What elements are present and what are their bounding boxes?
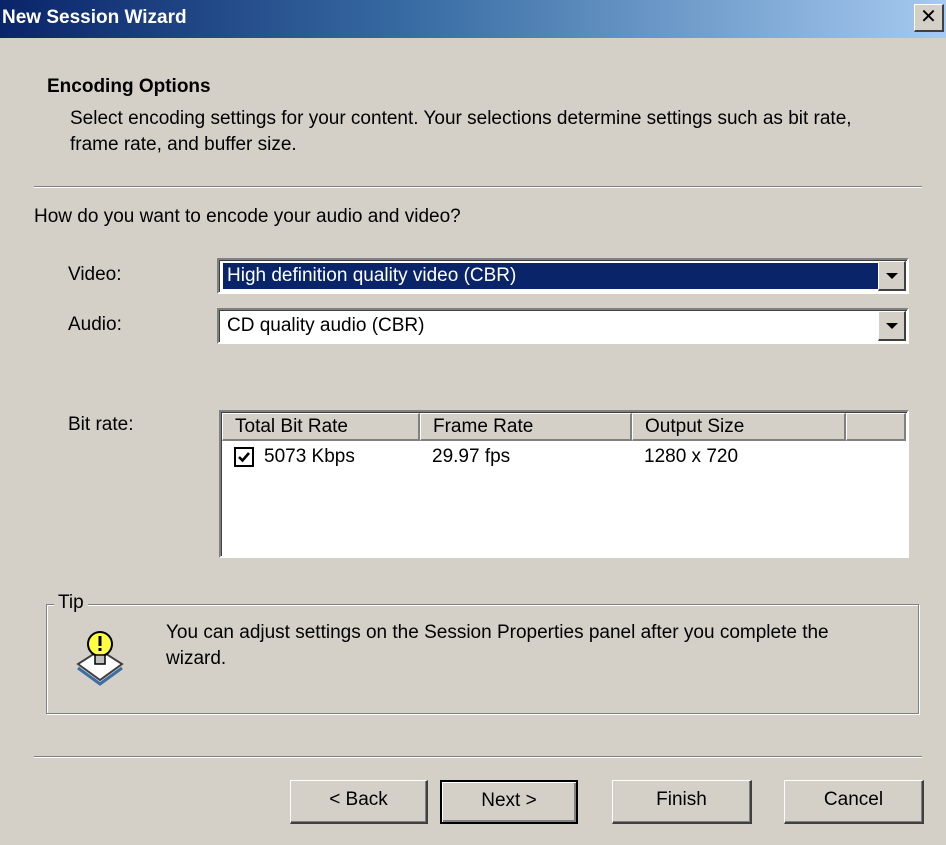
table-row[interactable]: 5073 Kbps 29.97 fps 1280 x 720	[222, 442, 906, 472]
next-button[interactable]: Next >	[440, 780, 578, 824]
checkmark-icon	[238, 452, 250, 463]
cell-total-bit-rate: 5073 Kbps	[264, 446, 355, 467]
column-empty	[846, 413, 906, 441]
window-title: New Session Wizard	[2, 7, 187, 28]
lightbulb-icon	[76, 631, 124, 686]
video-select-value: High definition quality video (CBR)	[223, 263, 879, 289]
row-checkbox[interactable]	[234, 447, 254, 467]
column-total-bit-rate[interactable]: Total Bit Rate	[222, 413, 420, 441]
bitrate-list-header: Total Bit Rate Frame Rate Output Size	[222, 413, 906, 441]
page-description: Select encoding settings for your conten…	[70, 108, 852, 155]
bitrate-list[interactable]: Total Bit Rate Frame Rate Output Size 50…	[219, 410, 909, 558]
video-dropdown-button[interactable]	[878, 261, 906, 291]
back-button[interactable]: < Back	[290, 780, 428, 824]
finish-button[interactable]: Finish	[612, 780, 752, 824]
video-select[interactable]: High definition quality video (CBR)	[217, 258, 909, 294]
tip-text: You can adjust settings on the Session P…	[166, 622, 829, 669]
cell-frame-rate: 29.97 fps	[432, 446, 511, 467]
tip-title: Tip	[54, 592, 88, 614]
audio-label: Audio:	[68, 314, 122, 335]
audio-select-value: CD quality audio (CBR)	[227, 315, 425, 336]
page-title: Encoding Options	[47, 76, 211, 97]
header-divider	[34, 186, 922, 188]
close-button[interactable]: ✕	[914, 4, 944, 32]
bitrate-label: Bit rate:	[68, 414, 134, 435]
cancel-button[interactable]: Cancel	[784, 780, 924, 824]
close-icon: ✕	[920, 6, 937, 28]
audio-select[interactable]: CD quality audio (CBR)	[217, 308, 909, 344]
title-bar: New Session Wizard ✕	[0, 0, 946, 38]
column-frame-rate[interactable]: Frame Rate	[420, 413, 632, 441]
encode-question: How do you want to encode your audio and…	[34, 206, 461, 227]
footer-divider	[34, 756, 922, 758]
column-output-size[interactable]: Output Size	[632, 413, 846, 441]
video-label: Video:	[68, 264, 122, 285]
cell-output-size: 1280 x 720	[644, 446, 739, 467]
audio-dropdown-button[interactable]	[878, 311, 906, 341]
